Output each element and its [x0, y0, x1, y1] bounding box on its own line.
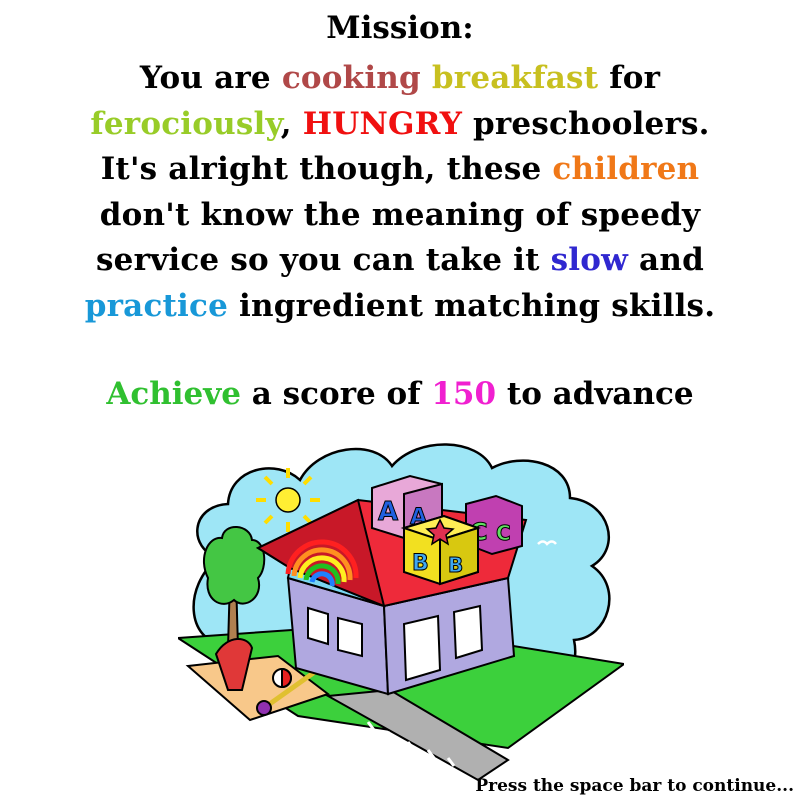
mission-line: ferociously, HUNGRY preschoolers. [0, 102, 800, 148]
svg-text:A: A [378, 497, 398, 527]
mission-text-segment: HUNGRY [302, 105, 463, 142]
mission-text-segment: slow [550, 242, 629, 278]
mission-text-segment: and [628, 242, 704, 278]
goal-text-segment: 150 [431, 376, 497, 412]
mission-text-segment: don't know the meaning of speedy [99, 196, 701, 233]
mission-line: practice ingredient matching skills. [0, 284, 800, 330]
svg-text:B: B [448, 553, 463, 577]
mission-text-segment: cooking [281, 60, 421, 96]
mission-text-segment [421, 60, 432, 96]
mission-text-segment: ferociously [90, 105, 281, 142]
mission-line: service so you can take it slow and [0, 238, 800, 284]
mission-line: You are cooking breakfast for [0, 56, 800, 102]
svg-text:B: B [412, 551, 429, 576]
continue-prompt: Press the space bar to continue... [475, 776, 794, 796]
mission-text-segment: , [280, 105, 303, 142]
preschool-illustration: A A C C B B [178, 443, 624, 782]
svg-text:C: C [496, 521, 511, 545]
mission-text-segment: children [552, 151, 700, 187]
mission-title: Mission: [326, 10, 474, 46]
mission-text-segment: practice [84, 287, 229, 324]
goal-text-segment: to advance [496, 376, 694, 412]
alphabet-block-b: B B [400, 514, 482, 586]
score-goal: Achieve a score of 150 to advance [0, 372, 800, 416]
mission-text-segment: ingredient matching skills. [228, 287, 716, 324]
goal-text-segment: Achieve [106, 376, 242, 412]
mission-text-segment: for [598, 60, 661, 96]
mission-line: It's alright though, these children [0, 147, 800, 193]
mission-line: don't know the meaning of speedy [0, 193, 800, 239]
mission-text-segment: breakfast [431, 60, 599, 96]
goal-text-segment: a score of [241, 376, 432, 412]
mission-text-segment: You are [139, 60, 282, 96]
mission-brief: You are cooking breakfast for ferociously… [0, 56, 800, 329]
mission-text-segment: service so you can take it [96, 242, 551, 278]
mission-text-segment: It's alright though, these [100, 151, 553, 187]
mission-text-segment: preschoolers. [462, 105, 710, 142]
